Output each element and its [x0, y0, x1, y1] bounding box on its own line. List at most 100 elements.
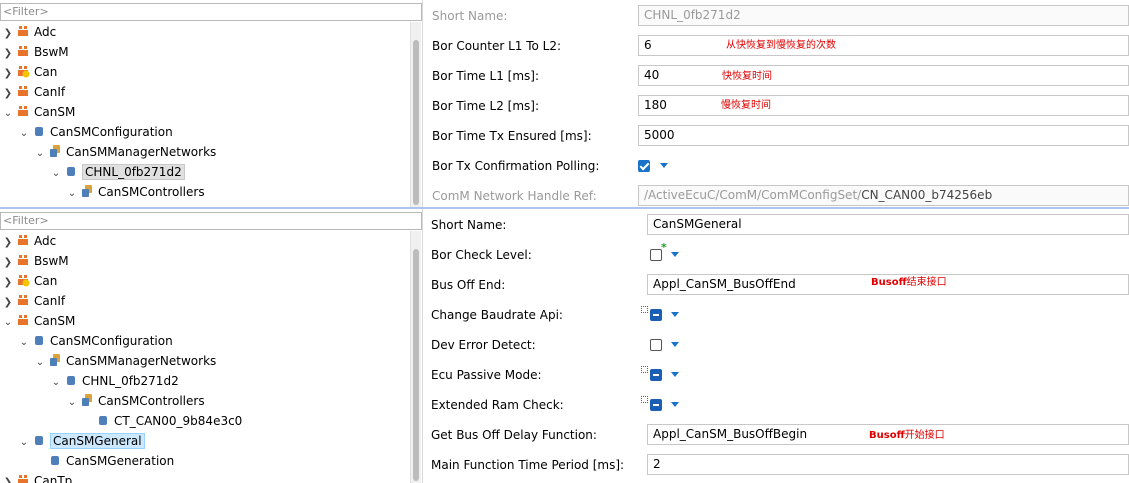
tree-node-can[interactable]: ❯ Can: [2, 271, 58, 293]
tree-node-cansmmanagernetworks[interactable]: ⌄ CanSMManagerNetworks: [34, 351, 216, 371]
top-tree-filter-input[interactable]: <Filter>: [0, 3, 422, 21]
chevron-right-icon[interactable]: ❯: [2, 273, 14, 293]
comm-network-handle-field[interactable]: /ActiveEcuC/ComM/ComMConfigSet/CN_CAN00_…: [638, 185, 1129, 206]
chevron-down-icon[interactable]: ⌄: [18, 433, 30, 453]
bor-counter-label: Bor Counter L1 To L2:: [432, 39, 562, 53]
tree-node-cansmgeneral[interactable]: ⌄ CanSMGeneral: [18, 431, 145, 451]
chevron-right-icon[interactable]: ❯: [2, 253, 14, 273]
top-tree-scrollbar[interactable]: [410, 22, 421, 207]
change-baudrate-api-label: Change Baudrate Api:: [431, 308, 563, 322]
chevron-right-icon[interactable]: ❯: [2, 84, 14, 104]
chevron-down-icon[interactable]: [671, 252, 679, 257]
main-function-period-field[interactable]: 2: [647, 454, 1129, 475]
chevron-down-icon[interactable]: ⌄: [66, 184, 78, 204]
tree-node-adc[interactable]: ❯ Adc: [2, 22, 56, 42]
extended-ram-check-checkbox[interactable]: [650, 399, 662, 411]
tree-node-cansmmanagernetworks[interactable]: ⌄ CanSMManagerNetworks: [34, 142, 216, 162]
chevron-down-icon[interactable]: ⌄: [50, 164, 62, 184]
scrollbar-thumb[interactable]: [413, 249, 419, 481]
tree-node-cansm[interactable]: ⌄ CanSM: [2, 102, 76, 124]
tree-node-label: CanTp: [34, 474, 73, 483]
tree-node-ct-can00[interactable]: CT_CAN00_9b84e3c0: [82, 411, 242, 431]
chevron-down-icon[interactable]: ⌄: [50, 373, 62, 393]
chevron-right-icon[interactable]: ❯: [2, 44, 14, 64]
default-value-icon: [641, 396, 648, 403]
scrollbar-thumb[interactable]: [413, 40, 419, 205]
module-icon: [18, 106, 28, 116]
chevron-down-icon[interactable]: [671, 342, 679, 347]
chevron-down-icon[interactable]: ⌄: [34, 353, 46, 373]
tree-node-label: CanSM: [34, 105, 76, 119]
comm-network-handle-label: ComM Network Handle Ref:: [432, 189, 597, 203]
chevron-down-icon[interactable]: ⌄: [2, 104, 14, 124]
chevron-down-icon[interactable]: ⌄: [66, 393, 78, 413]
short-name-label: Short Name:: [431, 218, 507, 232]
bor-time-l2-label: Bor Time L2 [ms]:: [432, 99, 539, 113]
tree-node-label: CHNL_0fb271d2: [82, 374, 179, 388]
chevron-right-icon[interactable]: ❯: [2, 473, 14, 483]
module-icon: [18, 255, 28, 265]
module-icon: [18, 475, 28, 483]
container-icon: [35, 336, 43, 345]
get-bus-off-delay-label: Get Bus Off Delay Function:: [431, 428, 597, 442]
bor-time-tx-ensured-field[interactable]: 5000: [638, 125, 1129, 146]
ecu-passive-mode-checkbox[interactable]: [650, 369, 662, 381]
bottom-tree-scrollbar[interactable]: [410, 231, 421, 483]
tree-node-bswm[interactable]: ❯ BswM: [2, 251, 69, 271]
bor-time-l2-field[interactable]: 180: [638, 95, 1129, 116]
reference-path-prefix: /ActiveEcuC/ComM/ComMConfigSet/: [644, 188, 862, 202]
short-name-field[interactable]: CHNL_0fb271d2: [638, 5, 1129, 26]
dev-error-detect-checkbox[interactable]: [650, 339, 662, 351]
chevron-right-icon[interactable]: ❯: [2, 64, 14, 84]
tree-node-canif[interactable]: ❯ CanIf: [2, 291, 65, 311]
chevron-down-icon[interactable]: [671, 312, 679, 317]
tree-node-cansmcontrollers[interactable]: ⌄ CanSMControllers: [66, 391, 205, 411]
tree-node-label: Adc: [34, 25, 57, 39]
bor-time-l1-label: Bor Time L1 [ms]:: [432, 69, 539, 83]
chevron-down-icon[interactable]: [671, 402, 679, 407]
tree-node-canif[interactable]: ❯ CanIf: [2, 82, 65, 102]
tree-node-cansmgeneration[interactable]: CanSMGeneration: [34, 451, 174, 471]
tree-node-label: Can: [34, 65, 58, 79]
chevron-down-icon[interactable]: ⌄: [18, 124, 30, 144]
bor-tx-confirmation-label: Bor Tx Confirmation Polling:: [432, 159, 600, 173]
chevron-right-icon[interactable]: ❯: [2, 24, 14, 44]
tree-node-can[interactable]: ❯ Can: [2, 62, 58, 84]
tree-node-label: CanIf: [34, 85, 66, 99]
tree-node-cansmcontrollers[interactable]: ⌄ CanSMControllers: [66, 182, 205, 202]
tree-node-chnl[interactable]: ⌄ CHNL_0fb271d2: [50, 162, 185, 182]
chevron-down-icon[interactable]: [660, 163, 668, 168]
module-icon: [18, 86, 28, 96]
tree-node-label: BswM: [34, 254, 69, 268]
top-tree-pane: <Filter> ❯ Adc ❯ BswM ❯ Can ❯ CanIf ⌄ CanSM ⌄…: [0, 0, 422, 207]
change-baudrate-api-checkbox[interactable]: [650, 309, 662, 321]
chevron-down-icon[interactable]: [671, 372, 679, 377]
chevron-down-icon[interactable]: ⌄: [2, 313, 14, 333]
tree-node-label: BswM: [34, 45, 69, 59]
tree-node-bswm[interactable]: ❯ BswM: [2, 42, 69, 62]
tree-node-cansmconfiguration[interactable]: ⌄ CanSMConfiguration: [18, 122, 173, 142]
tree-node-cansmconfiguration[interactable]: ⌄ CanSMConfiguration: [18, 331, 173, 351]
container-icon: [35, 436, 43, 445]
bor-time-l1-annotation: 快恢复时间: [722, 71, 772, 82]
tree-node-adc[interactable]: ❯ Adc: [2, 231, 56, 251]
container-list-icon: [82, 394, 92, 406]
container-icon: [51, 456, 59, 465]
bor-time-l1-field[interactable]: 40: [638, 65, 1129, 86]
main-function-period-label: Main Function Time Period [ms]:: [431, 458, 625, 472]
chevron-down-icon[interactable]: ⌄: [18, 333, 30, 353]
bor-time-tx-ensured-label: Bor Time Tx Ensured [ms]:: [432, 129, 592, 143]
chevron-right-icon[interactable]: ❯: [2, 233, 14, 253]
chevron-down-icon[interactable]: ⌄: [34, 144, 46, 164]
bor-counter-annotation: 从快恢复到慢恢复的次数: [726, 40, 836, 51]
bottom-tree-filter-input[interactable]: <Filter>: [0, 212, 422, 230]
chevron-right-icon[interactable]: ❯: [2, 293, 14, 313]
tree-node-chnl[interactable]: ⌄ CHNL_0fb271d2: [50, 371, 179, 391]
module-warning-icon: [18, 66, 30, 78]
short-name-field[interactable]: CanSMGeneral: [647, 214, 1129, 235]
tree-node-cantp[interactable]: ❯ CanTp: [2, 471, 72, 483]
bor-tx-confirmation-checkbox[interactable]: [638, 160, 650, 172]
tree-node-cansm[interactable]: ⌄ CanSM: [2, 311, 76, 333]
container-list-icon: [82, 185, 92, 197]
bor-counter-field[interactable]: 6: [638, 35, 1129, 56]
